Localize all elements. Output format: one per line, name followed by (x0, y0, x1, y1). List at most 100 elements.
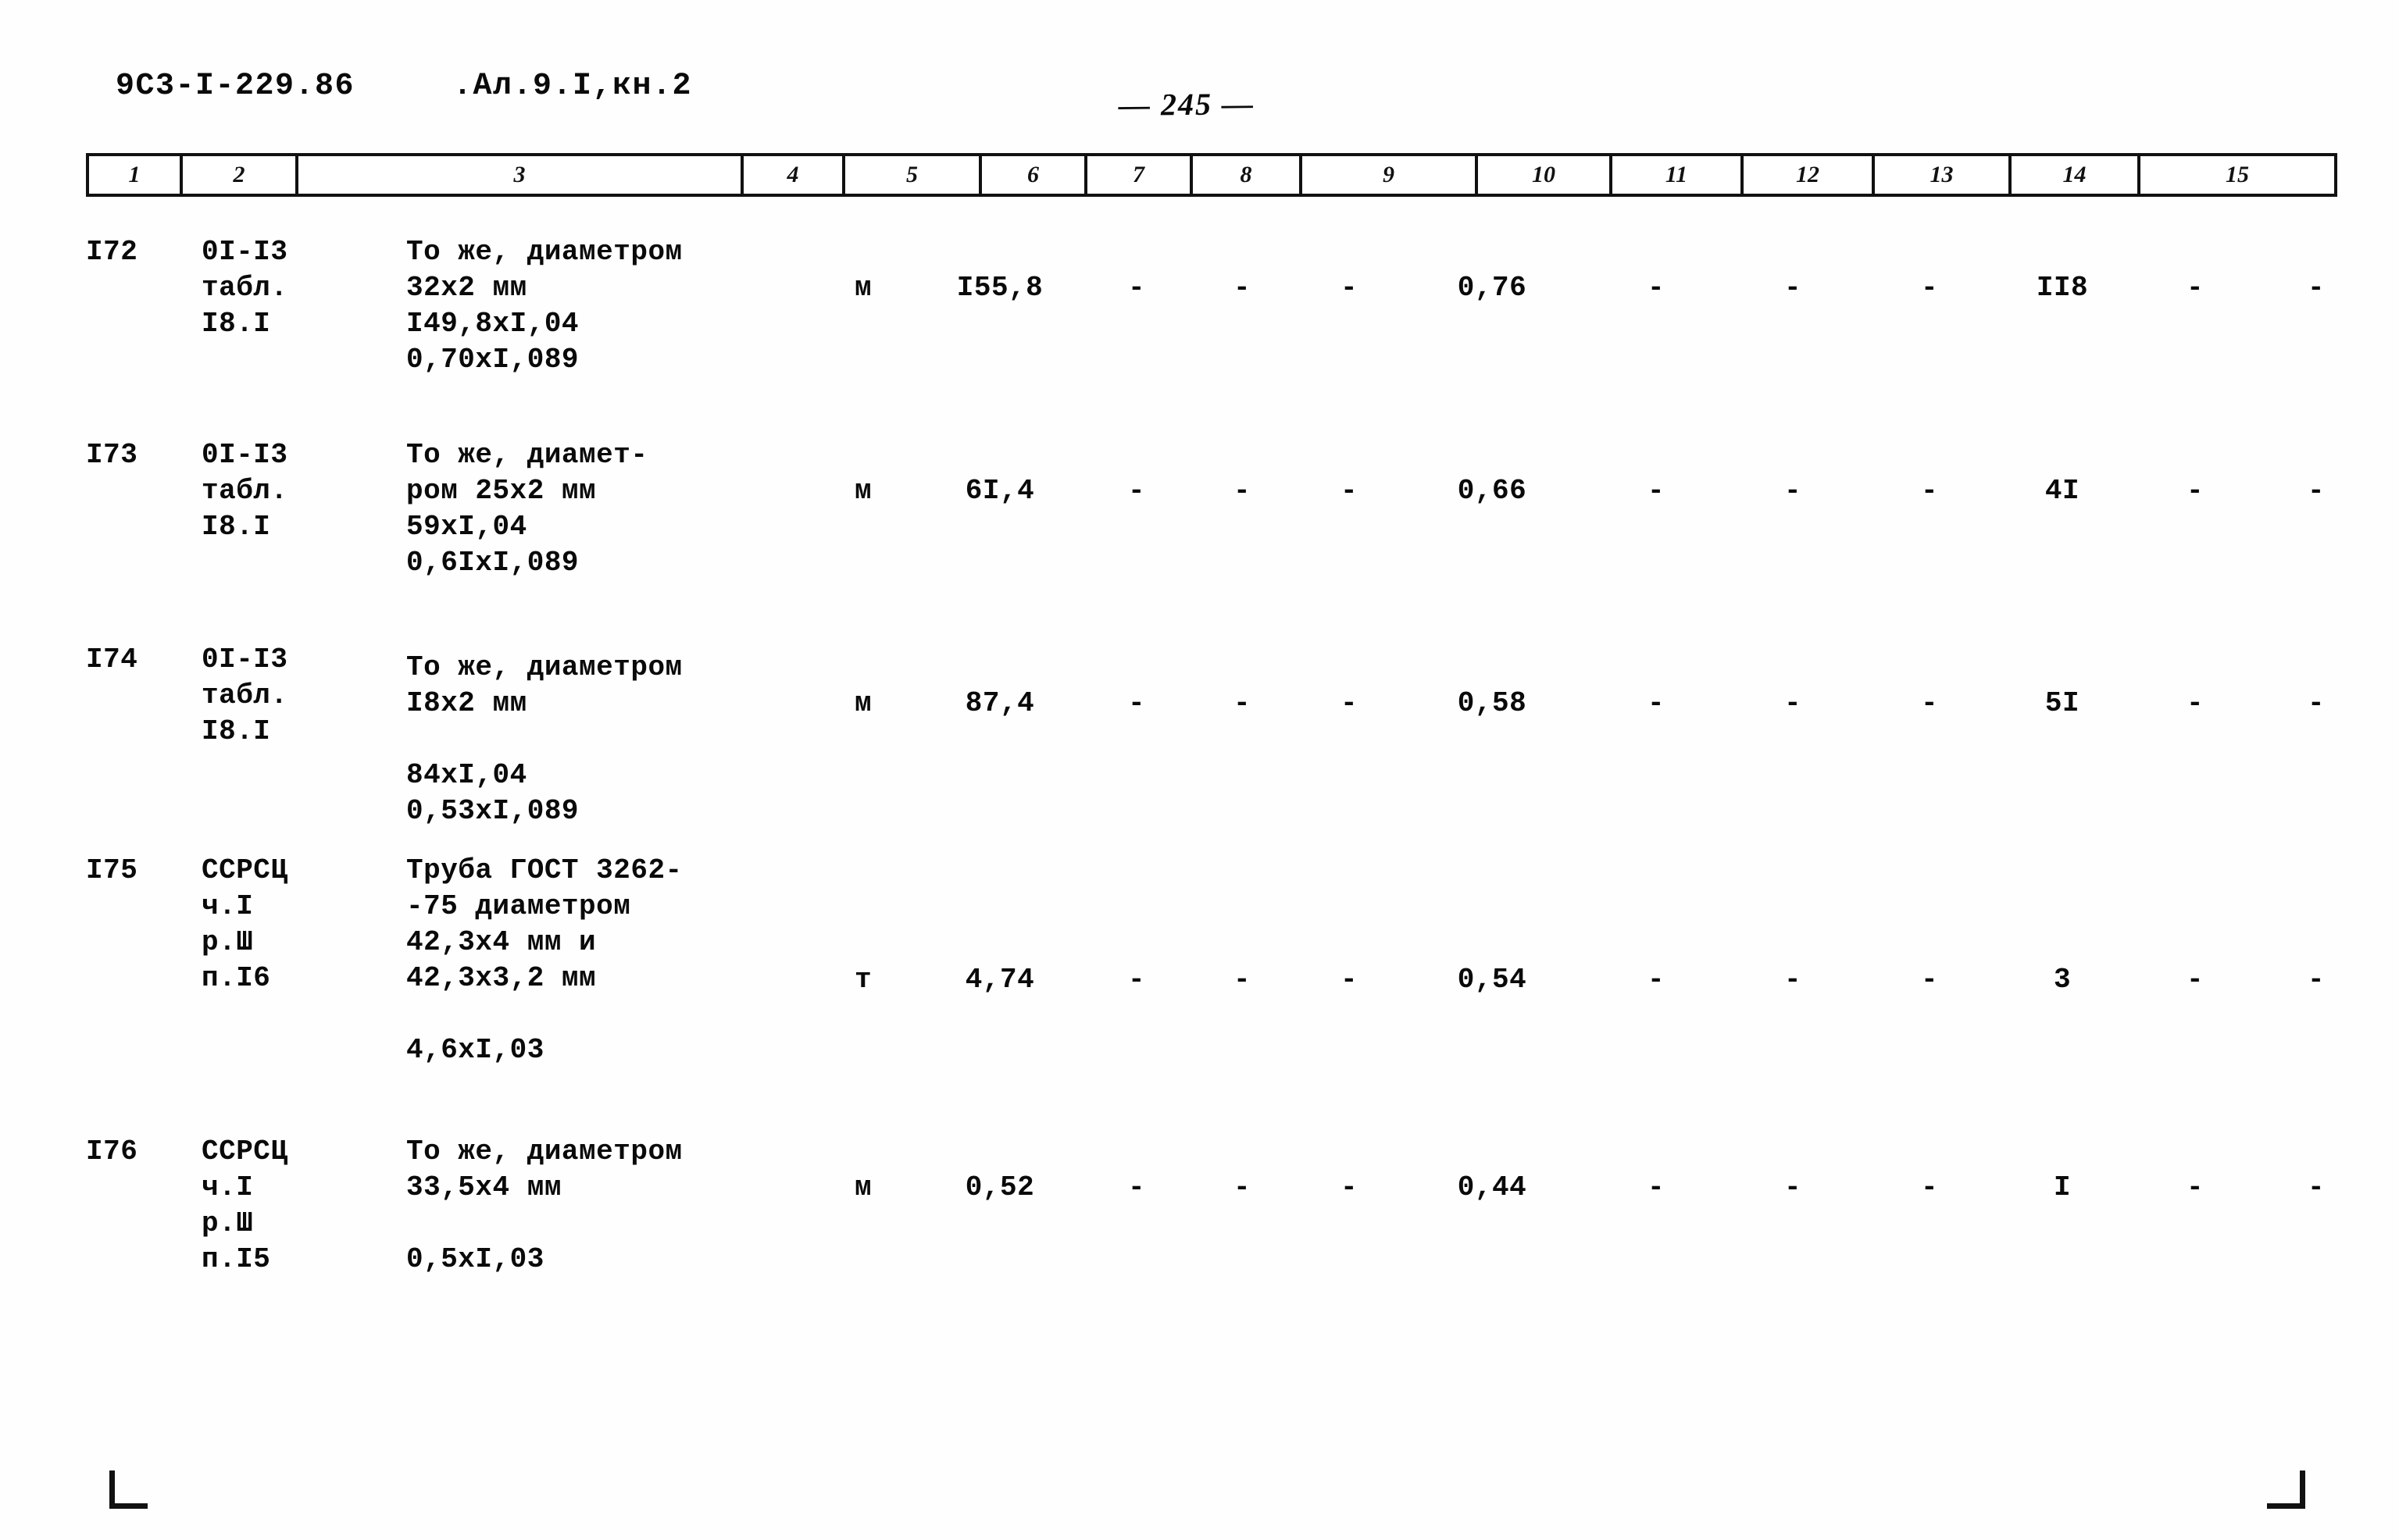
row-number: I74 (86, 643, 138, 676)
column-header-10: 10 (1478, 156, 1612, 194)
row-col-12: - (1920, 1171, 1939, 1203)
column-number-ruler: 1 2 3 4 5 6 7 8 9 10 11 12 13 14 15 (86, 153, 2337, 197)
row-col-9: 0,44 (1457, 1171, 1527, 1203)
row-source-ref: 0I-I3 табл. I8.I (202, 643, 288, 747)
row-col-8: - (1340, 687, 1358, 719)
table-row: I72 0I-I3 табл. I8.I То же, диаметром 32… (86, 234, 2337, 437)
row-col-10: - (1647, 1171, 1665, 1203)
row-col-14: - (2186, 687, 2204, 719)
row-col-12: - (1920, 687, 1939, 719)
row-col-5: 6I,4 (965, 475, 1035, 507)
column-header-4: 4 (744, 156, 845, 194)
row-description: То же, диаметром I8x2 мм 84xI,04 0,53xI,… (406, 651, 683, 827)
row-source-ref: ССРСЦ ч.I р.Ш п.I5 (202, 1135, 288, 1275)
row-col-8: - (1340, 964, 1358, 996)
table-row: I74 0I-I3 табл. I8.I То же, диаметром I8… (86, 642, 2337, 853)
row-description: То же, диаметром 33,5x4 мм 0,5xI,03 (406, 1135, 683, 1275)
row-col-5: 87,4 (965, 687, 1035, 719)
row-col-15: - (2307, 687, 2326, 719)
row-col-5: 4,74 (965, 964, 1035, 996)
row-col-12: - (1920, 475, 1939, 507)
row-col-9: 0,54 (1457, 964, 1527, 996)
row-col-14: - (2186, 1171, 2204, 1203)
row-unit: т (854, 964, 873, 996)
column-header-3: 3 (298, 156, 744, 194)
row-col-6: - (1127, 272, 1146, 304)
column-header-6: 6 (982, 156, 1087, 194)
row-col-7: - (1233, 1171, 1251, 1203)
row-source-ref: 0I-I3 табл. I8.I (202, 236, 288, 340)
row-col-6: - (1127, 475, 1146, 507)
row-col-13: 5I (2044, 687, 2080, 719)
column-header-8: 8 (1193, 156, 1302, 194)
crop-mark-bottom-left (109, 1470, 148, 1509)
table-row: I75 ССРСЦ ч.I р.Ш п.I6 Труба ГОСТ 3262- … (86, 853, 2337, 1134)
row-col-13: 4I (2044, 475, 2080, 507)
row-col-5: I55,8 (956, 272, 1044, 304)
row-col-6: - (1127, 964, 1146, 996)
row-col-11: - (1783, 687, 1802, 719)
row-col-10: - (1647, 475, 1665, 507)
column-header-13: 13 (1875, 156, 2012, 194)
row-col-8: - (1340, 272, 1358, 304)
row-col-7: - (1233, 964, 1251, 996)
row-col-12: - (1920, 272, 1939, 304)
row-col-15: - (2307, 964, 2326, 996)
row-number: I75 (86, 854, 138, 886)
row-col-13: I (2053, 1171, 2072, 1203)
crop-mark-bottom-right (2267, 1470, 2305, 1509)
row-col-7: - (1233, 475, 1251, 507)
row-unit: м (854, 687, 873, 719)
row-number: I76 (86, 1135, 138, 1167)
row-col-8: - (1340, 1171, 1358, 1203)
column-header-9: 9 (1302, 156, 1478, 194)
document-code: 9С3-I-229.86 (116, 69, 355, 104)
row-unit: м (854, 272, 873, 304)
row-col-10: - (1647, 964, 1665, 996)
row-col-9: 0,66 (1457, 475, 1527, 507)
row-col-12: - (1920, 964, 1939, 996)
page-number: — 245 — (1118, 86, 1255, 123)
row-col-9: 0,58 (1457, 687, 1527, 719)
row-col-10: - (1647, 272, 1665, 304)
row-col-15: - (2307, 272, 2326, 304)
row-col-14: - (2186, 475, 2204, 507)
row-description: Труба ГОСТ 3262- -75 диаметром 42,3x4 мм… (406, 854, 683, 1066)
row-col-7: - (1233, 687, 1251, 719)
column-header-11: 11 (1612, 156, 1744, 194)
row-source-ref: ССРСЦ ч.I р.Ш п.I6 (202, 854, 288, 994)
row-col-6: - (1127, 1171, 1146, 1203)
column-header-2: 2 (183, 156, 298, 194)
row-col-15: - (2307, 475, 2326, 507)
row-col-7: - (1233, 272, 1251, 304)
row-col-11: - (1783, 964, 1802, 996)
column-header-7: 7 (1087, 156, 1193, 194)
row-col-10: - (1647, 687, 1665, 719)
row-col-5: 0,52 (965, 1171, 1035, 1203)
table-row: I73 0I-I3 табл. I8.I То же, диамет- ром … (86, 437, 2337, 642)
row-col-9: 0,76 (1457, 272, 1527, 304)
row-description: То же, диамет- ром 25x2 мм 59xI,04 0,6Ix… (406, 439, 648, 579)
row-number: I72 (86, 236, 138, 268)
row-col-14: - (2186, 964, 2204, 996)
row-col-11: - (1783, 475, 1802, 507)
row-source-ref: 0I-I3 табл. I8.I (202, 439, 288, 543)
row-col-15: - (2307, 1171, 2326, 1203)
row-unit: м (854, 475, 873, 507)
row-col-11: - (1783, 1171, 1802, 1203)
column-header-1: 1 (89, 156, 183, 194)
row-col-11: - (1783, 272, 1802, 304)
row-description: То же, диаметром 32x2 мм I49,8xI,04 0,70… (406, 236, 683, 376)
column-header-5: 5 (845, 156, 982, 194)
row-col-8: - (1340, 475, 1358, 507)
row-col-13: II8 (2036, 272, 2089, 304)
album-reference: .Ал.9.I,кн.2 (453, 69, 693, 104)
row-col-13: 3 (2053, 964, 2072, 996)
column-header-14: 14 (2012, 156, 2140, 194)
column-header-12: 12 (1744, 156, 1875, 194)
row-col-14: - (2186, 272, 2204, 304)
document-page: 9С3-I-229.86 .Ал.9.I,кн.2 — 245 — 1 2 3 … (0, 0, 2399, 1540)
column-header-15: 15 (2226, 162, 2249, 187)
row-unit: м (854, 1171, 873, 1203)
table-row: I76 ССРСЦ ч.I р.Ш п.I5 То же, диаметром … (86, 1134, 2337, 1337)
